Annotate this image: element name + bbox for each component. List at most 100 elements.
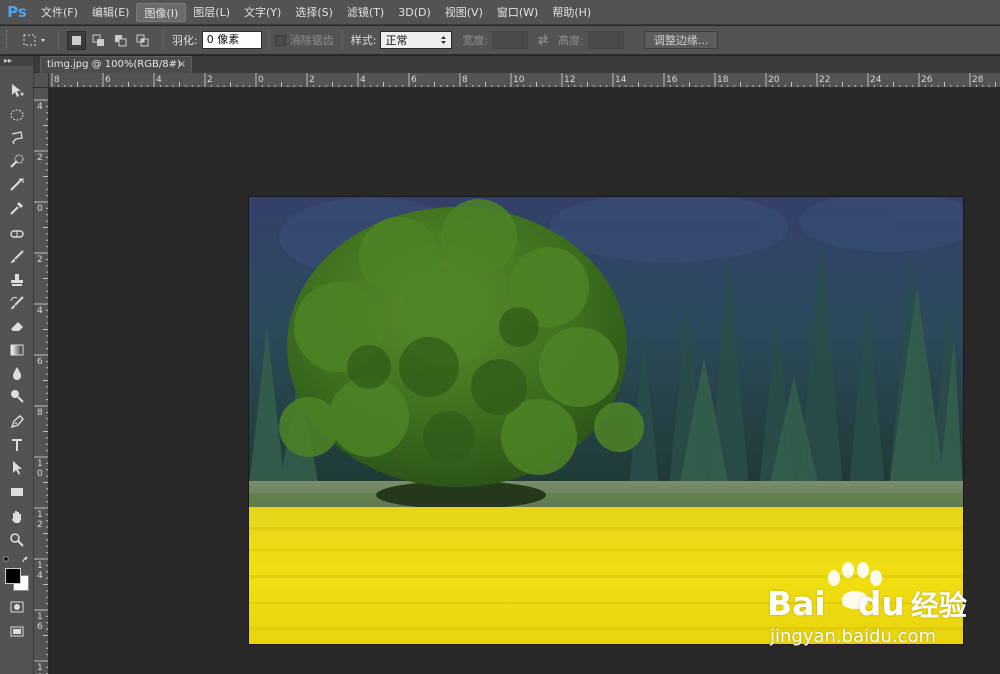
zoom-tool[interactable] xyxy=(4,529,30,550)
quick-mask-button[interactable] xyxy=(4,596,30,617)
menu-filter[interactable]: 滤镜(T) xyxy=(340,3,391,22)
separator xyxy=(341,30,343,50)
ruler-label: 20 xyxy=(768,75,780,85)
hand-icon xyxy=(12,510,21,523)
menu-layer[interactable]: 图层(L) xyxy=(186,3,237,22)
separator xyxy=(163,30,164,50)
menu-view[interactable]: 视图(V) xyxy=(438,3,490,22)
ruler-vertical[interactable]: 42024681012141618 xyxy=(34,88,49,674)
menu-image[interactable]: 图像(I) xyxy=(136,2,187,22)
healing-brush-tool[interactable] xyxy=(4,223,30,244)
ruler-label: 24 xyxy=(870,75,882,85)
menu-window[interactable]: 窗口(W) xyxy=(490,3,545,22)
ruler-label: 8 xyxy=(462,75,468,85)
intersect-selection-button[interactable] xyxy=(133,31,152,50)
ruler-label: 4 xyxy=(37,571,43,581)
intersect-selection-icon xyxy=(136,34,149,46)
close-icon[interactable]: × xyxy=(178,57,186,73)
brush-tool[interactable] xyxy=(4,246,30,267)
tool-preset-picker[interactable] xyxy=(20,30,50,50)
width-input[interactable] xyxy=(492,31,529,49)
ruler-label: 2 xyxy=(37,255,43,265)
foreground-color-swatch[interactable] xyxy=(5,568,21,584)
screen-mode-icon xyxy=(10,626,24,636)
ruler-label: 22 xyxy=(819,75,830,85)
landscape-photo xyxy=(249,197,963,644)
menu-type[interactable]: 文字(Y) xyxy=(237,3,288,22)
photoshop-window: Ps 文件(F) 编辑(E) 图像(I) 图层(L) 文字(Y) 选择(S) 滤… xyxy=(0,0,1000,674)
antialias-label: 消除锯齿 xyxy=(289,34,334,47)
eraser-tool[interactable] xyxy=(4,315,30,336)
gradient-tool[interactable] xyxy=(4,339,30,360)
feather-label: 羽化: xyxy=(172,34,198,47)
ruler-label: 10 xyxy=(513,75,525,85)
ruler-horizontal[interactable]: 8 6 4 2 0 2 4 6 8 10 12 14 16 18 20 22 24 26 28 xyxy=(34,73,1000,88)
swap-arrows-icon xyxy=(538,34,549,46)
height-input[interactable] xyxy=(587,31,624,49)
arrow-cursor-icon xyxy=(13,460,22,475)
ruler-label: 2 xyxy=(37,520,43,530)
document-tab[interactable]: timg.jpg @ 100%(RGB/8#) × xyxy=(40,56,192,73)
dodge-tool[interactable] xyxy=(4,385,30,406)
default-colors-button[interactable] xyxy=(3,554,31,563)
type-tool[interactable] xyxy=(4,434,30,455)
ruler-label: 2 xyxy=(37,153,43,163)
move-tool[interactable] xyxy=(4,80,30,101)
history-brush-tool[interactable] xyxy=(4,292,30,313)
width-label: 宽度: xyxy=(462,34,489,47)
hand-tool[interactable] xyxy=(4,506,30,527)
eraser-icon xyxy=(11,321,23,331)
ruler-origin[interactable] xyxy=(34,73,49,88)
quick-select-tool[interactable] xyxy=(4,150,30,171)
toolbox-collapse[interactable]: ▸▸ xyxy=(0,56,33,66)
style-value: 正常 xyxy=(385,34,408,47)
canvas-area[interactable] xyxy=(50,88,1000,674)
shape-tool[interactable] xyxy=(4,481,30,502)
menu-3d[interactable]: 3D(D) xyxy=(391,3,438,22)
swap-dimensions-icon[interactable] xyxy=(528,34,558,46)
ruler-label: 0 xyxy=(37,469,43,479)
blur-tool[interactable] xyxy=(4,362,30,383)
menu-help[interactable]: 帮助(H) xyxy=(545,3,598,22)
options-grip[interactable] xyxy=(6,30,10,50)
ruler-label: 8 xyxy=(37,408,43,418)
menu-edit[interactable]: 编辑(E) xyxy=(85,3,137,22)
ruler-label: 0 xyxy=(258,75,264,85)
antialias-checkbox[interactable] xyxy=(274,34,286,46)
ruler-label: 4 xyxy=(360,75,366,85)
add-selection-button[interactable] xyxy=(89,31,108,50)
feather-input[interactable]: 0 像素 xyxy=(201,31,262,49)
subtract-selection-button[interactable] xyxy=(111,31,130,50)
ruler-label: 4 xyxy=(37,306,43,316)
document-tab-bar: timg.jpg @ 100%(RGB/8#) × xyxy=(34,56,1000,73)
pen-tool[interactable] xyxy=(4,411,30,432)
new-selection-icon xyxy=(72,35,81,45)
new-selection-button[interactable] xyxy=(67,30,86,50)
toolbox: ▸▸ xyxy=(0,56,34,674)
ruler-label: 2 xyxy=(309,75,315,85)
crop-tool[interactable] xyxy=(4,174,30,195)
swap-colors-icon xyxy=(3,556,28,563)
document-image[interactable] xyxy=(249,197,963,644)
stamp-icon xyxy=(11,273,23,286)
gradient-icon xyxy=(10,344,24,355)
brush-icon xyxy=(10,249,24,263)
style-select[interactable]: 正常 xyxy=(380,31,453,49)
menu-file[interactable]: 文件(F) xyxy=(34,3,85,22)
droplet-icon xyxy=(13,366,21,380)
bandage-icon xyxy=(10,229,24,238)
options-bar: 羽化: 0 像素 消除锯齿 样式: 正常 宽度: 高度: 调整边缘... xyxy=(0,26,1000,55)
eyedropper-tool[interactable] xyxy=(4,197,30,218)
menu-select[interactable]: 选择(S) xyxy=(288,3,340,22)
pen-icon xyxy=(10,414,24,428)
marquee-tool[interactable] xyxy=(4,104,30,125)
path-select-tool[interactable] xyxy=(4,457,30,478)
dodge-icon xyxy=(11,389,24,403)
clone-stamp-tool[interactable] xyxy=(4,269,30,290)
screen-mode-button[interactable] xyxy=(4,621,30,642)
ruler-label: 6 xyxy=(411,75,417,85)
quick-mask-icon xyxy=(10,601,24,612)
lasso-tool[interactable] xyxy=(4,127,30,148)
refine-edge-button[interactable]: 调整边缘... xyxy=(643,31,719,49)
ruler-label: 6 xyxy=(105,75,111,85)
